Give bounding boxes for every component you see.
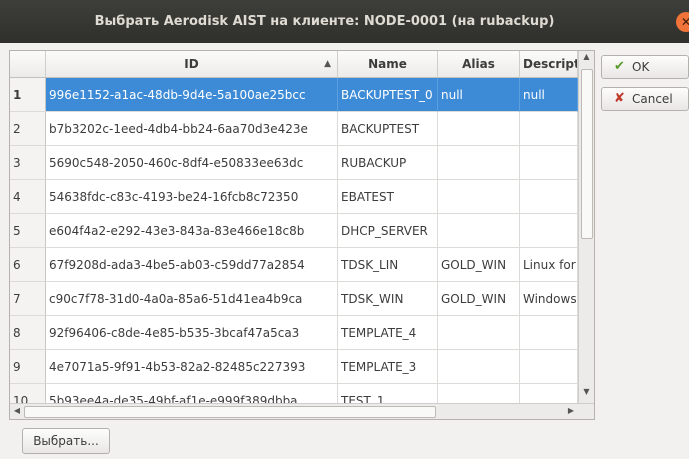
table-row[interactable]: 5 e604f4a2-e292-43e3-843a-83e466e18c8b DHC… bbox=[10, 214, 578, 248]
header-id-label: ID bbox=[184, 57, 199, 71]
cell-alias[interactable] bbox=[438, 214, 520, 248]
vm-table: ID ▲ Name Alias Descript 1 996e1152-a1ac-… bbox=[9, 50, 595, 420]
row-number[interactable]: 8 bbox=[10, 316, 46, 350]
row-number[interactable]: 1 bbox=[10, 78, 46, 112]
row-number[interactable]: 9 bbox=[10, 350, 46, 384]
cell-name[interactable]: RUBACKUP bbox=[338, 146, 438, 180]
row-number[interactable]: 4 bbox=[10, 180, 46, 214]
table-row[interactable]: 3 5690c548-2050-460c-8df4-e50833ee63dc RUB… bbox=[10, 146, 578, 180]
title-bar: Выбрать Aerodisk AIST на клиенте: NODE-0… bbox=[0, 0, 689, 43]
vertical-scroll-thumb[interactable] bbox=[581, 69, 593, 239]
cell-description[interactable] bbox=[520, 214, 578, 248]
cell-description[interactable] bbox=[520, 316, 578, 350]
cell-alias[interactable] bbox=[438, 350, 520, 384]
cell-alias[interactable] bbox=[438, 146, 520, 180]
row-number[interactable]: 2 bbox=[10, 112, 46, 146]
header-id[interactable]: ID ▲ bbox=[46, 51, 338, 78]
cell-name[interactable]: TEMPLATE_4 bbox=[338, 316, 438, 350]
cell-description[interactable] bbox=[520, 180, 578, 214]
cell-id[interactable]: e604f4a2-e292-43e3-843a-83e466e18c8b bbox=[46, 214, 338, 248]
cell-name[interactable]: TDSK_WIN bbox=[338, 282, 438, 316]
ok-button-label: OK bbox=[632, 60, 650, 74]
header-corner bbox=[10, 51, 46, 78]
cell-name[interactable]: DHCP_SERVER bbox=[338, 214, 438, 248]
cancel-button[interactable]: ✘ Cancel bbox=[601, 87, 689, 111]
table-row[interactable]: 1 996e1152-a1ac-48db-9d4e-5a100ae25bcc BAC… bbox=[10, 78, 578, 112]
cell-name[interactable]: TEMPLATE_3 bbox=[338, 350, 438, 384]
cell-id[interactable]: b7b3202c-1eed-4db4-bb24-6aa70d3e423e bbox=[46, 112, 338, 146]
header-description[interactable]: Descript bbox=[520, 51, 578, 78]
cell-alias[interactable] bbox=[438, 112, 520, 146]
vertical-scrollbar[interactable]: ▲ ▼ bbox=[578, 51, 594, 403]
row-number[interactable]: 3 bbox=[10, 146, 46, 180]
cell-id[interactable]: 54638fdc-c83c-4193-be24-16fcb8c72350 bbox=[46, 180, 338, 214]
table-row[interactable]: 4 54638fdc-c83c-4193-be24-16fcb8c72350 EBA… bbox=[10, 180, 578, 214]
cell-alias[interactable] bbox=[438, 180, 520, 214]
close-icon: ✕ bbox=[680, 15, 689, 29]
scroll-up-icon[interactable]: ▲ bbox=[579, 52, 594, 61]
cell-id[interactable]: 4e7071a5-9f91-4b53-82a2-82485c227393 bbox=[46, 350, 338, 384]
close-button[interactable]: ✕ bbox=[676, 12, 689, 32]
cell-alias[interactable] bbox=[438, 316, 520, 350]
scroll-down-icon[interactable]: ▼ bbox=[579, 387, 594, 396]
header-name[interactable]: Name bbox=[338, 51, 438, 78]
cell-alias[interactable]: null bbox=[438, 78, 520, 112]
cancel-button-label: Cancel bbox=[632, 92, 673, 106]
scroll-right-icon[interactable]: ▶ bbox=[564, 404, 578, 418]
row-number[interactable]: 5 bbox=[10, 214, 46, 248]
cell-alias[interactable]: GOLD_WIN bbox=[438, 248, 520, 282]
cell-name[interactable]: BACKUPTEST bbox=[338, 112, 438, 146]
table-row[interactable]: 9 4e7071a5-9f91-4b53-82a2-82485c227393 TEM… bbox=[10, 350, 578, 384]
table-row[interactable]: 7 c90c7f78-31d0-4a0a-85a6-51d41ea4b9ca TDS… bbox=[10, 282, 578, 316]
cell-id[interactable]: c90c7f78-31d0-4a0a-85a6-51d41ea4b9ca bbox=[46, 282, 338, 316]
ok-check-icon: ✔ bbox=[614, 59, 625, 74]
cell-description[interactable] bbox=[520, 146, 578, 180]
cell-description[interactable] bbox=[520, 350, 578, 384]
choose-button[interactable]: Выбрать... bbox=[22, 428, 110, 454]
sort-ascending-icon: ▲ bbox=[324, 59, 331, 69]
cell-id[interactable]: 67f9208d-ada3-4be5-ab03-c59dd77a2854 bbox=[46, 248, 338, 282]
window-title: Выбрать Aerodisk AIST на клиенте: NODE-0… bbox=[94, 14, 555, 29]
cell-name[interactable]: TDSK_LIN bbox=[338, 248, 438, 282]
table-row[interactable]: 6 67f9208d-ada3-4be5-ab03-c59dd77a2854 TDS… bbox=[10, 248, 578, 282]
cell-alias[interactable]: GOLD_WIN bbox=[438, 282, 520, 316]
cell-name[interactable]: BACKUPTEST_0 bbox=[338, 78, 438, 112]
ok-button[interactable]: ✔ OK bbox=[601, 55, 689, 79]
horizontal-scrollbar[interactable]: ◀ ▶ bbox=[10, 403, 594, 419]
cell-id[interactable]: 92f96406-c8de-4e85-b535-3bcaf47a5ca3 bbox=[46, 316, 338, 350]
cell-id[interactable]: 5690c548-2050-460c-8df4-e50833ee63dc bbox=[46, 146, 338, 180]
cancel-x-icon: ✘ bbox=[614, 91, 625, 106]
cell-name[interactable]: EBATEST bbox=[338, 180, 438, 214]
cell-description[interactable] bbox=[520, 112, 578, 146]
cell-description[interactable]: Windows bbox=[520, 282, 578, 316]
header-alias[interactable]: Alias bbox=[438, 51, 520, 78]
row-number[interactable]: 7 bbox=[10, 282, 46, 316]
cell-description[interactable]: null bbox=[520, 78, 578, 112]
table-header: ID ▲ Name Alias Descript bbox=[10, 51, 578, 78]
cell-id[interactable]: 996e1152-a1ac-48db-9d4e-5a100ae25bcc bbox=[46, 78, 338, 112]
cell-description[interactable]: Linux for bbox=[520, 248, 578, 282]
row-number[interactable]: 6 bbox=[10, 248, 46, 282]
scroll-left-icon[interactable]: ◀ bbox=[10, 404, 24, 418]
table-row[interactable]: 8 92f96406-c8de-4e85-b535-3bcaf47a5ca3 TEM… bbox=[10, 316, 578, 350]
table-row[interactable]: 2 b7b3202c-1eed-4db4-bb24-6aa70d3e423e BAC… bbox=[10, 112, 578, 146]
horizontal-scroll-thumb[interactable] bbox=[24, 406, 436, 418]
